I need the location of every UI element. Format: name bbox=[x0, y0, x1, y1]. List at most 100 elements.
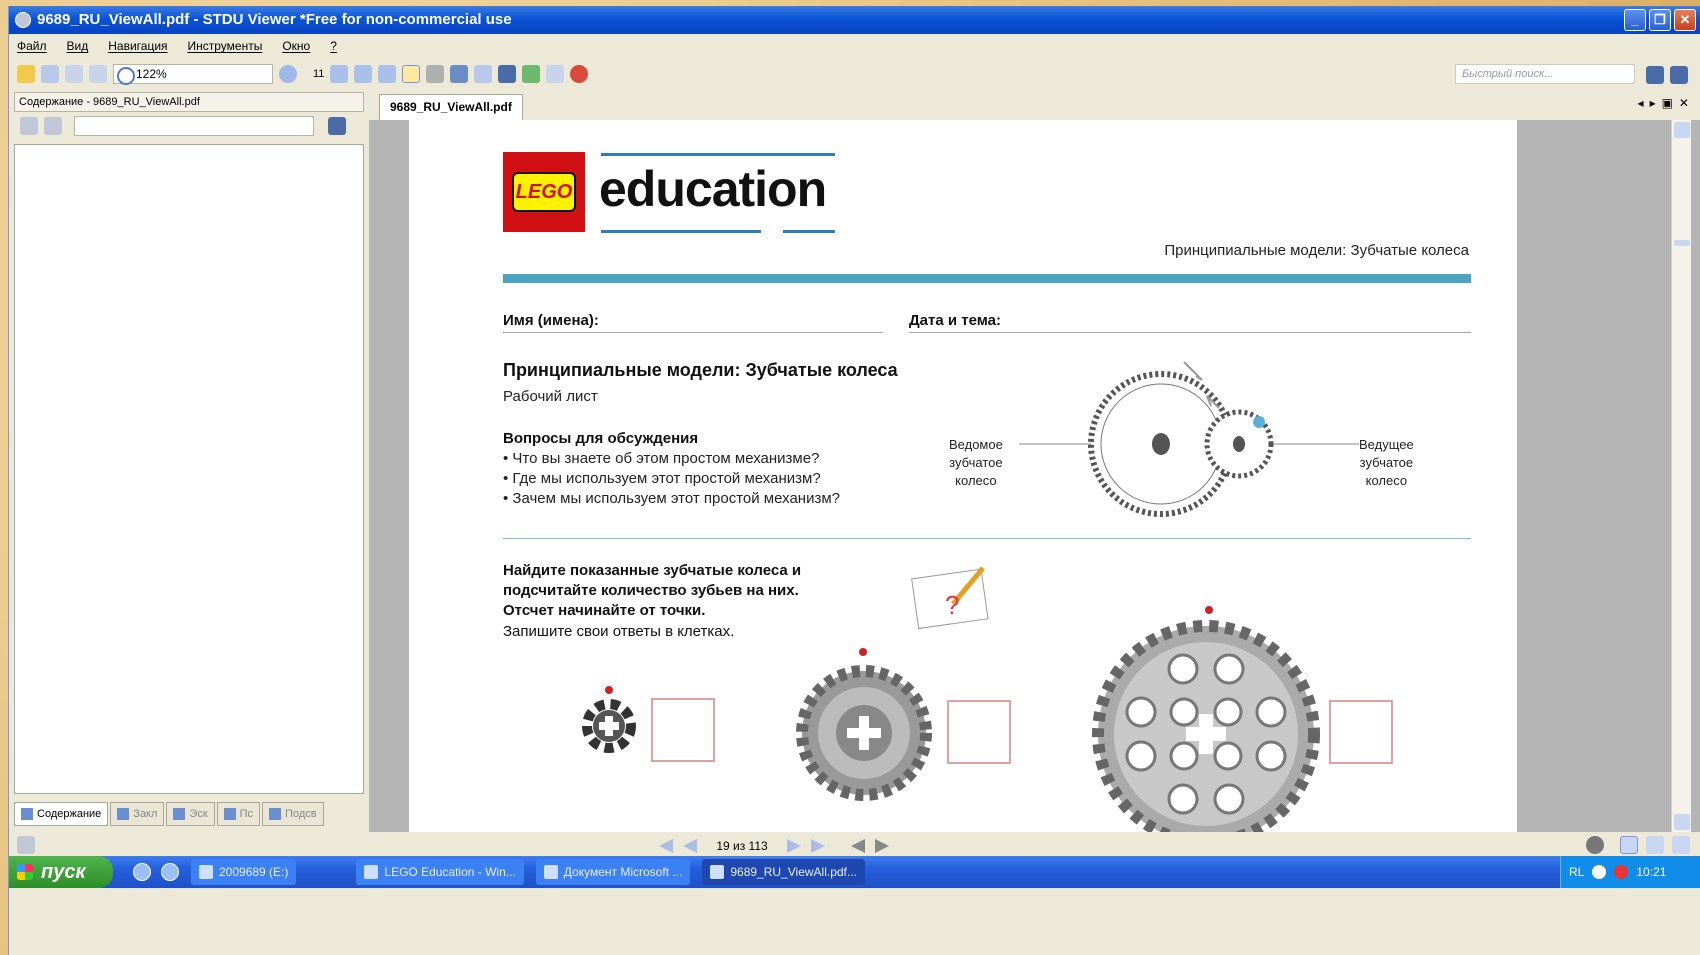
save-page-icon[interactable] bbox=[89, 65, 107, 83]
answer-box[interactable] bbox=[1329, 700, 1393, 764]
question-item: • Что вы знаете об этом простом механизм… bbox=[503, 450, 820, 467]
two-page-icon[interactable] bbox=[1646, 836, 1664, 854]
main-toolbar: 122% 11 bbox=[9, 60, 1700, 88]
contents-icon bbox=[21, 808, 33, 820]
vertical-scrollbar[interactable] bbox=[1671, 120, 1691, 832]
start-button[interactable]: пуск bbox=[9, 856, 113, 888]
single-page-icon[interactable] bbox=[1620, 836, 1638, 854]
history-forward-icon[interactable] bbox=[875, 839, 889, 853]
menu-view[interactable]: Вид bbox=[67, 39, 89, 53]
date-label: Дата и тема: bbox=[909, 312, 1001, 329]
tab-bookmarks[interactable]: Закл bbox=[110, 802, 165, 826]
taskbar-item-pdf[interactable]: 9689_RU_ViewAll.pdf... bbox=[702, 859, 865, 885]
driven-gear-label: Ведомое зубчатое колесо bbox=[949, 437, 1003, 488]
expand-icon[interactable] bbox=[20, 117, 38, 135]
menu-file[interactable]: Файл bbox=[17, 39, 47, 53]
rotate-icon[interactable] bbox=[1586, 836, 1604, 854]
image-select-icon[interactable] bbox=[450, 65, 469, 83]
antivirus-icon[interactable] bbox=[1614, 865, 1629, 879]
large-gear-icon bbox=[1092, 620, 1320, 832]
date-line bbox=[909, 332, 1471, 333]
open-folder-icon[interactable] bbox=[17, 65, 35, 83]
continuous-icon[interactable] bbox=[1672, 836, 1690, 854]
title-bar[interactable]: 9689_RU_ViewAll.pdf - STDU Viewer *Free … bbox=[9, 6, 1700, 34]
word-icon bbox=[543, 865, 558, 879]
lego-logo: LEGO bbox=[503, 152, 585, 232]
search-icon[interactable] bbox=[1646, 66, 1664, 84]
contents-search-icon[interactable] bbox=[328, 117, 346, 135]
logo-rule-bottom-left bbox=[601, 230, 761, 233]
scroll-thumb[interactable] bbox=[1674, 240, 1690, 246]
print-icon[interactable] bbox=[41, 65, 59, 83]
answer-box[interactable] bbox=[651, 698, 715, 762]
language-indicator[interactable]: RL bbox=[1569, 856, 1584, 888]
menu-window[interactable]: Окно bbox=[282, 39, 310, 53]
gear-pair-diagram bbox=[1019, 361, 1359, 517]
history-back-icon[interactable] bbox=[851, 839, 865, 853]
contents-search-input[interactable] bbox=[74, 116, 314, 136]
fit-page-icon[interactable] bbox=[330, 65, 349, 83]
copy-page-icon[interactable] bbox=[65, 65, 83, 83]
back-forward-icon[interactable] bbox=[522, 65, 541, 83]
zoom-select[interactable]: 122% bbox=[113, 64, 273, 85]
tab-search[interactable]: Пс bbox=[216, 802, 261, 826]
close-button[interactable]: ✕ bbox=[1674, 9, 1696, 31]
zoom-in-icon[interactable] bbox=[279, 65, 297, 83]
menu-navigation[interactable]: Навигация bbox=[108, 39, 167, 53]
menu-tools[interactable]: Инструменты bbox=[188, 39, 263, 53]
contents-panel-title: Содержание - 9689_RU_ViewAll.pdf bbox=[14, 92, 364, 112]
last-page-icon[interactable] bbox=[811, 839, 825, 853]
search-next-icon[interactable] bbox=[1670, 66, 1688, 84]
snapshot-icon[interactable] bbox=[474, 65, 493, 83]
document-area[interactable]: LEGO education Принципиальные модели: Зу… bbox=[369, 120, 1700, 832]
drive-icon bbox=[199, 865, 213, 879]
clock[interactable]: 10:21 bbox=[1636, 856, 1666, 888]
worksheet-title: Принципиальные модели: Зубчатые колеса bbox=[503, 360, 898, 380]
tab-highlights[interactable]: Подсв bbox=[262, 802, 324, 826]
tab-contents[interactable]: Содержание bbox=[14, 802, 109, 826]
taskbar-item-lego[interactable]: LEGO Education - Win... bbox=[356, 859, 524, 885]
name-label: Имя (имена): bbox=[503, 312, 599, 329]
system-tray: RL 10:21 bbox=[1560, 856, 1700, 888]
scroll-up-arrow[interactable] bbox=[1674, 122, 1690, 138]
tab-controls[interactable]: ◂▸▣✕ bbox=[1638, 96, 1695, 110]
taskbar: пуск 2009689 (E:) LEGO Education - Win..… bbox=[9, 856, 1700, 888]
scroll-down-arrow[interactable] bbox=[1674, 814, 1690, 830]
collapse-icon[interactable] bbox=[44, 117, 62, 135]
logo-rule-bottom-right bbox=[783, 230, 835, 233]
previous-page-icon[interactable] bbox=[683, 839, 697, 853]
taskbar-item-drive[interactable]: 2009689 (E:) bbox=[191, 859, 297, 885]
desktop-icon[interactable] bbox=[161, 863, 179, 881]
highlights-icon bbox=[269, 808, 282, 820]
page-indicator[interactable]: 19 из 113 bbox=[707, 836, 777, 856]
contents-tree[interactable] bbox=[14, 144, 364, 794]
fit-height-icon[interactable] bbox=[378, 65, 397, 83]
network-icon[interactable] bbox=[1592, 865, 1607, 879]
tab-thumbnails[interactable]: Эск bbox=[166, 802, 215, 826]
text-select-icon[interactable] bbox=[426, 65, 445, 83]
answer-box[interactable] bbox=[947, 700, 1011, 764]
find-icon[interactable] bbox=[498, 65, 517, 83]
application-window: 9689_RU_ViewAll.pdf - STDU Viewer *Free … bbox=[8, 6, 1700, 955]
pages-icon[interactable] bbox=[546, 65, 565, 83]
browser-icon bbox=[364, 865, 379, 879]
menu-bar: Файл Вид Навигация Инструменты Окно ? bbox=[9, 34, 1700, 58]
ie-icon[interactable] bbox=[133, 863, 151, 881]
count-start-dot bbox=[859, 648, 867, 656]
toggle-panel-icon[interactable] bbox=[17, 836, 35, 854]
taskbar-item-word[interactable]: Документ Microsoft ... bbox=[535, 859, 691, 885]
page-field[interactable]: 11 bbox=[313, 68, 324, 80]
next-page-icon[interactable] bbox=[787, 839, 801, 853]
bookmark-add-icon[interactable] bbox=[570, 65, 589, 83]
hand-tool-icon[interactable] bbox=[402, 65, 421, 83]
name-line bbox=[503, 332, 883, 333]
first-page-icon[interactable] bbox=[659, 839, 673, 853]
restore-button[interactable]: ❐ bbox=[1649, 9, 1671, 31]
minimize-button[interactable]: _ bbox=[1624, 9, 1646, 31]
logo-rule-top bbox=[601, 153, 835, 156]
quick-search-input[interactable]: Быстрый поиск... bbox=[1455, 64, 1635, 84]
fit-width-icon[interactable] bbox=[354, 65, 373, 83]
app-icon bbox=[15, 12, 31, 28]
menu-help[interactable]: ? bbox=[330, 39, 337, 53]
document-tab[interactable]: 9689_RU_ViewAll.pdf bbox=[379, 94, 523, 120]
